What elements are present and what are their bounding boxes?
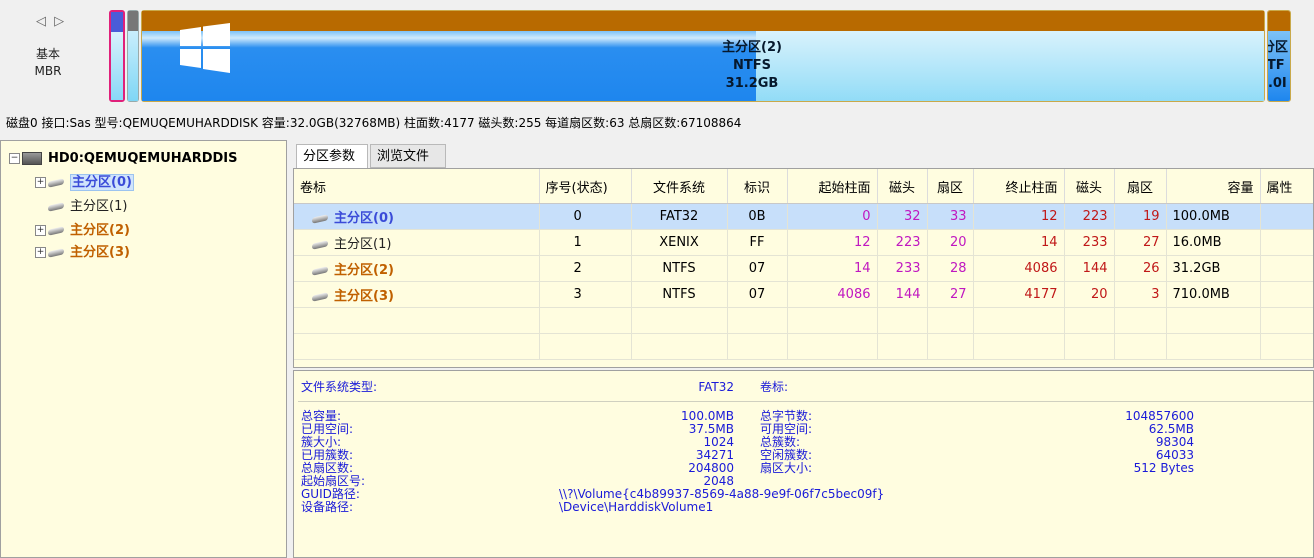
filesystem-details: 文件系统类型: FAT32 卷标: 总容量: 100.0MB 已用空间: 37.… bbox=[293, 370, 1314, 558]
tree-root[interactable]: − HD0:QEMUQEMUHARDDIS bbox=[9, 149, 238, 169]
col-header[interactable]: 标识 bbox=[727, 169, 788, 204]
expand-icon[interactable]: + bbox=[35, 225, 46, 236]
col-header[interactable]: 文件系统 bbox=[631, 169, 728, 204]
tree-item-partition-1[interactable]: 主分区(1) bbox=[48, 197, 127, 217]
partition-icon bbox=[48, 247, 64, 258]
partition-block-2[interactable]: 主分区(2) NTFS 31.2GB bbox=[141, 10, 1265, 102]
disk-info-line: 磁盘0 接口:Sas 型号:QEMUQEMUHARDDISK 容量:32.0GB… bbox=[6, 116, 742, 130]
disk-tree: − HD0:QEMUQEMUHARDDIS + 主分区(0) 主分区(1) + 主分区… bbox=[0, 140, 287, 558]
fs-type-value: FAT32 bbox=[698, 380, 734, 394]
partition-3-name: 分区 bbox=[1268, 40, 1289, 55]
partition-2-size: 31.2GB bbox=[725, 76, 779, 91]
partition-block-1[interactable] bbox=[127, 10, 139, 102]
col-header[interactable]: 磁头 bbox=[1064, 169, 1115, 204]
divider bbox=[298, 401, 1313, 402]
col-header[interactable]: 终止柱面 bbox=[973, 169, 1065, 204]
col-header[interactable]: 扇区 bbox=[927, 169, 974, 204]
hard-disk-icon bbox=[22, 152, 42, 165]
partition-icon bbox=[312, 213, 328, 224]
partition-icon bbox=[312, 291, 328, 302]
table-header-row: 卷标 序号(状态) 文件系统 标识 起始柱面 磁头 扇区 终止柱面 磁头 扇区 … bbox=[294, 169, 1313, 204]
collapse-icon[interactable]: − bbox=[9, 153, 20, 164]
col-header[interactable]: 起始柱面 bbox=[787, 169, 878, 204]
tree-item-partition-0[interactable]: + 主分区(0) bbox=[35, 173, 134, 193]
partition-2-fs: NTFS bbox=[733, 58, 771, 73]
sector-size-label: 扇区大小: bbox=[760, 461, 813, 475]
table-row-empty bbox=[294, 307, 1313, 334]
table-row[interactable]: 主分区(1) 1 XENIX FF 12 223 20 14 233 27 16… bbox=[294, 229, 1313, 256]
partition-block-0[interactable] bbox=[109, 10, 125, 102]
partition-block-3[interactable]: 分区 ITF ).0I bbox=[1267, 10, 1291, 102]
tree-item-partition-2[interactable]: + 主分区(2) bbox=[35, 221, 130, 241]
device-path-value: \Device\HarddiskVolume1 bbox=[559, 500, 714, 514]
table-row[interactable]: 主分区(2) 2 NTFS 07 14 233 28 4086 144 26 3… bbox=[294, 255, 1313, 282]
partition-table: 卷标 序号(状态) 文件系统 标识 起始柱面 磁头 扇区 终止柱面 磁头 扇区 … bbox=[293, 168, 1314, 368]
col-header[interactable]: 扇区 bbox=[1114, 169, 1167, 204]
tree-root-label: HD0:QEMUQEMUHARDDIS bbox=[48, 151, 238, 166]
fs-type-label: 文件系统类型: bbox=[301, 380, 378, 394]
table-row-empty bbox=[294, 333, 1313, 360]
tab-partition-params[interactable]: 分区参数 bbox=[296, 144, 368, 168]
partition-2-name: 主分区(2) bbox=[722, 40, 782, 55]
col-header[interactable]: 卷标 bbox=[294, 169, 540, 204]
disk-map: ◁ ▷ 基本 MBR 主分区(2) NTFS 31.2GB 分区 ITF ).0 bbox=[0, 0, 1314, 112]
col-header[interactable]: 属性 bbox=[1260, 169, 1313, 204]
partition-icon bbox=[48, 177, 64, 188]
partition-3-size: ).0I bbox=[1267, 76, 1287, 91]
disk-nav-arrows[interactable]: ◁ ▷ bbox=[36, 14, 66, 29]
mbr-label: MBR bbox=[34, 64, 62, 78]
expand-icon[interactable]: + bbox=[35, 177, 46, 188]
sector-size-value: 512 Bytes bbox=[1133, 461, 1194, 475]
disk-type: 基本 MBR bbox=[22, 46, 74, 80]
device-path-label: 设备路径: bbox=[301, 500, 354, 514]
col-header[interactable]: 序号(状态) bbox=[539, 169, 632, 204]
col-header[interactable]: 容量 bbox=[1166, 169, 1261, 204]
windows-logo-icon bbox=[180, 23, 230, 73]
basic-label: 基本 bbox=[35, 47, 60, 61]
partition-icon bbox=[48, 201, 64, 212]
expand-icon[interactable]: + bbox=[35, 247, 46, 258]
table-row[interactable]: 主分区(3) 3 NTFS 07 4086 144 27 4177 20 3 7… bbox=[294, 281, 1313, 308]
partition-2-label: 主分区(2) NTFS 31.2GB bbox=[652, 39, 852, 93]
volume-label-label: 卷标: bbox=[760, 380, 789, 394]
col-header[interactable]: 磁头 bbox=[877, 169, 928, 204]
tab-browse-files[interactable]: 浏览文件 bbox=[370, 144, 446, 168]
partition-icon bbox=[312, 239, 328, 250]
partition-3-label: 分区 ITF ).0I bbox=[1267, 39, 1289, 93]
partition-icon bbox=[48, 225, 64, 236]
partition-icon bbox=[312, 265, 328, 276]
tree-item-partition-3[interactable]: + 主分区(3) bbox=[35, 243, 130, 263]
table-row[interactable]: 主分区(0) 0 FAT32 0B 0 32 33 12 223 19 100.… bbox=[294, 203, 1313, 230]
partition-3-fs: ITF bbox=[1267, 58, 1285, 73]
